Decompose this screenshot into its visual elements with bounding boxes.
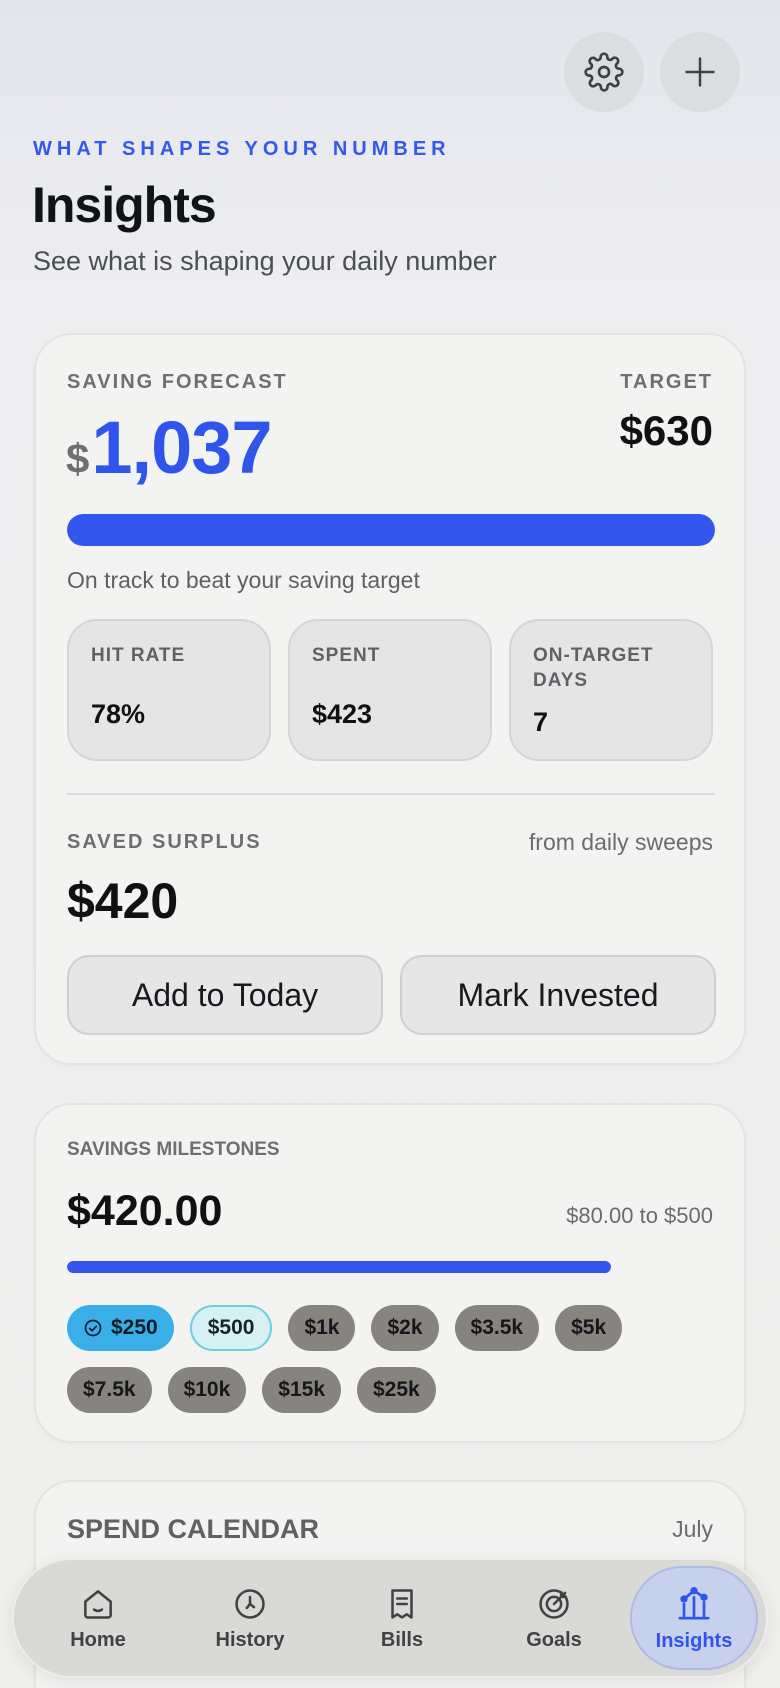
nav-bills[interactable]: Bills	[326, 1566, 478, 1670]
nav-label: Home	[70, 1628, 126, 1651]
stat-value: $423	[312, 699, 373, 729]
add-to-today-button[interactable]: Add to Today	[67, 955, 383, 1035]
nav-goals[interactable]: Goals	[478, 1566, 630, 1670]
page-eyebrow: WHAT SHAPES YOUR NUMBER	[33, 138, 451, 160]
spend-calendar-month[interactable]: July	[672, 1516, 713, 1543]
saved-surplus-label: SAVED SURPLUS	[67, 831, 262, 853]
chip-label: $5k	[571, 1316, 607, 1339]
milestones-value: $420.00	[67, 1187, 223, 1235]
chip-label: $10k	[183, 1378, 231, 1401]
nav-history[interactable]: History	[174, 1566, 326, 1670]
stat-value: 7	[533, 707, 549, 737]
milestones-progress-fill	[67, 1261, 612, 1273]
chip-label: $3.5k	[470, 1316, 524, 1339]
forecast-amount: 1,037	[91, 406, 272, 489]
target-value: $630	[619, 407, 713, 454]
milestone-chip[interactable]: $1k	[288, 1305, 356, 1351]
target-label: TARGET	[620, 371, 713, 393]
check-circle-icon	[84, 1319, 102, 1337]
milestone-chips: $250 $500 $1k $2k $3.5k $5k $7.5k $10k $…	[67, 1305, 717, 1413]
chip-label: $1k	[304, 1316, 340, 1339]
milestone-chip-next[interactable]: $500	[189, 1305, 273, 1351]
add-button[interactable]	[660, 32, 740, 112]
chip-label: $15k	[278, 1378, 325, 1401]
stat-spent: SPENT $423	[288, 619, 492, 761]
milestone-chip[interactable]: $25k	[357, 1367, 436, 1413]
top-actions	[564, 32, 740, 112]
page-subtitle: See what is shaping your daily number	[33, 246, 497, 276]
spend-calendar-label: SPEND CALENDAR	[67, 1514, 320, 1544]
forecast-label: SAVING FORECAST	[67, 371, 288, 393]
stat-label: HIT RATE	[91, 645, 186, 666]
surplus-actions: Add to Today Mark Invested	[67, 955, 716, 1035]
milestones-note: $80.00 to $500	[566, 1203, 713, 1228]
milestone-chip-done[interactable]: $250	[67, 1305, 174, 1351]
plus-icon	[685, 57, 715, 87]
chip-label: $2k	[387, 1316, 423, 1339]
nav-label: Bills	[380, 1628, 424, 1651]
forecast-value: $ 1,037	[66, 405, 273, 490]
home-icon	[84, 1589, 112, 1619]
milestone-chip[interactable]: $3.5k	[454, 1305, 540, 1351]
receipt-icon	[391, 1588, 413, 1619]
saving-forecast-card: SAVING FORECAST TARGET $ 1,037 $630 On t…	[34, 333, 746, 1065]
saved-surplus-note: from daily sweeps	[528, 829, 713, 855]
insights-chart-icon	[678, 1586, 710, 1619]
mark-invested-button[interactable]: Mark Invested	[400, 955, 716, 1035]
forecast-progress-bar	[67, 514, 715, 546]
settings-button[interactable]	[564, 32, 644, 112]
forecast-status: On track to beat your saving target	[67, 567, 420, 593]
stat-on-target-days: ON-TARGET DAYS 7	[509, 619, 713, 761]
chip-label: $7.5k	[83, 1378, 136, 1401]
chip-label: $500	[207, 1316, 255, 1339]
forecast-progress-fill	[67, 514, 715, 546]
milestone-chip[interactable]: $5k	[555, 1305, 623, 1351]
clock-icon	[235, 1588, 265, 1619]
bottom-nav: Home History Bills Goals Insights	[12, 1558, 768, 1678]
stat-label: ON-TARGET DAYS	[533, 645, 654, 691]
stat-value: 78%	[91, 699, 146, 729]
milestone-chip[interactable]: $7.5k	[67, 1367, 152, 1413]
stat-label: SPENT	[312, 645, 381, 666]
gear-icon	[584, 52, 624, 92]
divider	[67, 793, 715, 795]
milestone-chip[interactable]: $2k	[371, 1305, 439, 1351]
savings-milestones-card: SAVINGS MILESTONES $420.00 $80.00 to $50…	[34, 1103, 746, 1443]
milestone-chip[interactable]: $10k	[167, 1367, 247, 1413]
nav-label: History	[215, 1628, 285, 1651]
page-title: Insights	[32, 177, 217, 233]
chip-label: $250	[111, 1316, 158, 1339]
milestones-label: SAVINGS MILESTONES	[67, 1139, 280, 1160]
stat-hit-rate: HIT RATE 78%	[67, 619, 271, 761]
forecast-currency: $	[66, 435, 90, 482]
saved-surplus-value: $420	[67, 873, 179, 929]
target-icon	[539, 1588, 569, 1619]
nav-insights[interactable]: Insights	[630, 1566, 758, 1670]
nav-label: Insights	[655, 1629, 733, 1652]
stats-row: HIT RATE 78% SPENT $423 ON-TARGET DAYS 7	[67, 619, 713, 761]
nav-home[interactable]: Home	[22, 1566, 174, 1670]
milestone-chip[interactable]: $15k	[262, 1367, 341, 1413]
chip-label: $25k	[373, 1378, 420, 1401]
nav-label: Goals	[526, 1628, 582, 1651]
milestones-progress-bar	[67, 1261, 715, 1273]
